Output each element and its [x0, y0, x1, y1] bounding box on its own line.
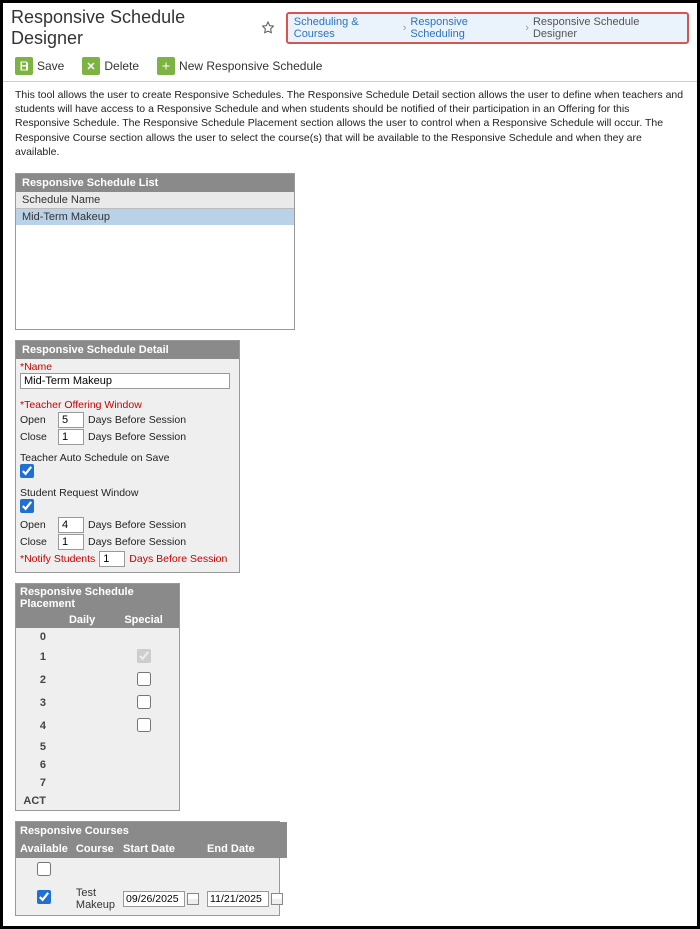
course-end-input[interactable] — [207, 891, 269, 907]
placement-daily-cell — [56, 628, 108, 646]
calendar-icon[interactable] — [187, 893, 199, 905]
save-label: Save — [37, 59, 64, 73]
schedule-detail-panel: Responsive Schedule Detail *Name *Teache… — [15, 340, 240, 573]
placement-panel: Responsive Schedule Placement Daily Spec… — [15, 583, 180, 811]
placement-daily-cell — [56, 715, 108, 738]
open-label: Open — [20, 414, 54, 426]
close-label: Close — [20, 431, 54, 443]
name-input[interactable] — [20, 373, 230, 389]
placement-daily-cell — [56, 692, 108, 715]
placement-period-label: 6 — [16, 756, 56, 774]
favorite-star-icon[interactable] — [260, 20, 276, 36]
placement-special-cell — [108, 774, 179, 792]
page-title: Responsive Schedule Designer — [11, 7, 254, 49]
schedule-detail-header: Responsive Schedule Detail — [16, 341, 239, 359]
schedule-list-header: Responsive Schedule List — [16, 174, 294, 192]
days-before-label: Days Before Session — [88, 414, 186, 426]
delete-button[interactable]: Delete — [82, 57, 139, 75]
placement-special-checkbox[interactable] — [137, 672, 151, 686]
placement-col-daily: Daily — [56, 612, 108, 628]
name-label: *Name — [20, 361, 235, 373]
description-text: This tool allows the user to create Resp… — [3, 82, 697, 169]
placement-special-cell — [108, 628, 179, 646]
plus-icon — [157, 57, 175, 75]
open-label: Open — [20, 519, 54, 531]
teacher-auto-checkbox[interactable] — [20, 464, 34, 478]
courses-col-course: Course — [72, 840, 119, 858]
student-close-input[interactable] — [58, 534, 84, 550]
breadcrumb-current: Responsive Schedule Designer — [533, 16, 681, 40]
placement-col-special: Special — [108, 612, 179, 628]
placement-period-label: 5 — [16, 738, 56, 756]
placement-special-cell — [108, 669, 179, 692]
courses-col-start: Start Date — [119, 840, 203, 858]
new-label: New Responsive Schedule — [179, 59, 322, 73]
course-name-cell — [72, 858, 119, 883]
days-before-label: Days Before Session — [88, 536, 186, 548]
course-available-checkbox[interactable] — [37, 890, 51, 904]
placement-daily-cell — [56, 756, 108, 774]
placement-period-label: 3 — [16, 692, 56, 715]
placement-special-cell — [108, 738, 179, 756]
placement-period-label: 0 — [16, 628, 56, 646]
breadcrumb-link-2[interactable]: Responsive Scheduling — [410, 16, 521, 40]
placement-period-label: 7 — [16, 774, 56, 792]
course-start-input[interactable] — [123, 891, 185, 907]
chevron-right-icon: › — [525, 22, 529, 34]
notify-suffix: Days Before Session — [129, 553, 227, 565]
teacher-close-input[interactable] — [58, 429, 84, 445]
teacher-window-label: *Teacher Offering Window — [20, 399, 235, 411]
days-before-label: Days Before Session — [88, 519, 186, 531]
placement-special-cell — [108, 692, 179, 715]
placement-header: Responsive Schedule Placement — [16, 584, 179, 612]
placement-special-cell — [108, 646, 179, 669]
delete-icon — [82, 57, 100, 75]
placement-period-label: 4 — [16, 715, 56, 738]
placement-daily-cell — [56, 646, 108, 669]
placement-daily-cell — [56, 774, 108, 792]
toolbar: Save Delete New Responsive Schedule — [3, 51, 697, 82]
placement-special-checkbox — [137, 649, 151, 663]
days-before-label: Days Before Session — [88, 431, 186, 443]
student-window-label: Student Request Window — [20, 487, 235, 499]
close-label: Close — [20, 536, 54, 548]
placement-special-checkbox[interactable] — [137, 718, 151, 732]
placement-special-cell — [108, 715, 179, 738]
placement-special-cell — [108, 756, 179, 774]
save-button[interactable]: Save — [15, 57, 64, 75]
schedule-list-column: Schedule Name — [16, 192, 294, 209]
courses-row — [16, 858, 287, 883]
breadcrumb: Scheduling & Courses › Responsive Schedu… — [286, 12, 689, 44]
teacher-open-input[interactable] — [58, 412, 84, 428]
notify-input[interactable] — [99, 551, 125, 567]
new-button[interactable]: New Responsive Schedule — [157, 57, 322, 75]
placement-daily-cell — [56, 738, 108, 756]
delete-label: Delete — [104, 59, 139, 73]
teacher-auto-label: Teacher Auto Schedule on Save — [20, 452, 235, 464]
courses-header: Responsive Courses — [16, 822, 287, 840]
placement-period-label: 1 — [16, 646, 56, 669]
breadcrumb-link-1[interactable]: Scheduling & Courses — [294, 16, 399, 40]
courses-col-end: End Date — [203, 840, 287, 858]
placement-daily-cell — [56, 669, 108, 692]
courses-row: Test Makeup — [16, 883, 287, 915]
calendar-icon[interactable] — [271, 893, 283, 905]
schedule-list-row[interactable]: Mid-Term Makeup — [16, 209, 294, 225]
chevron-right-icon: › — [403, 22, 407, 34]
save-icon — [15, 57, 33, 75]
student-open-input[interactable] — [58, 517, 84, 533]
placement-period-label: 2 — [16, 669, 56, 692]
placement-special-checkbox[interactable] — [137, 695, 151, 709]
notify-label: *Notify Students — [20, 553, 95, 565]
courses-panel: Responsive Courses Available Course Star… — [15, 821, 280, 916]
schedule-list-panel: Responsive Schedule List Schedule Name M… — [15, 173, 295, 330]
course-available-checkbox[interactable] — [37, 862, 51, 876]
course-name-cell: Test Makeup — [72, 883, 119, 915]
courses-col-available: Available — [16, 840, 72, 858]
student-window-checkbox[interactable] — [20, 499, 34, 513]
